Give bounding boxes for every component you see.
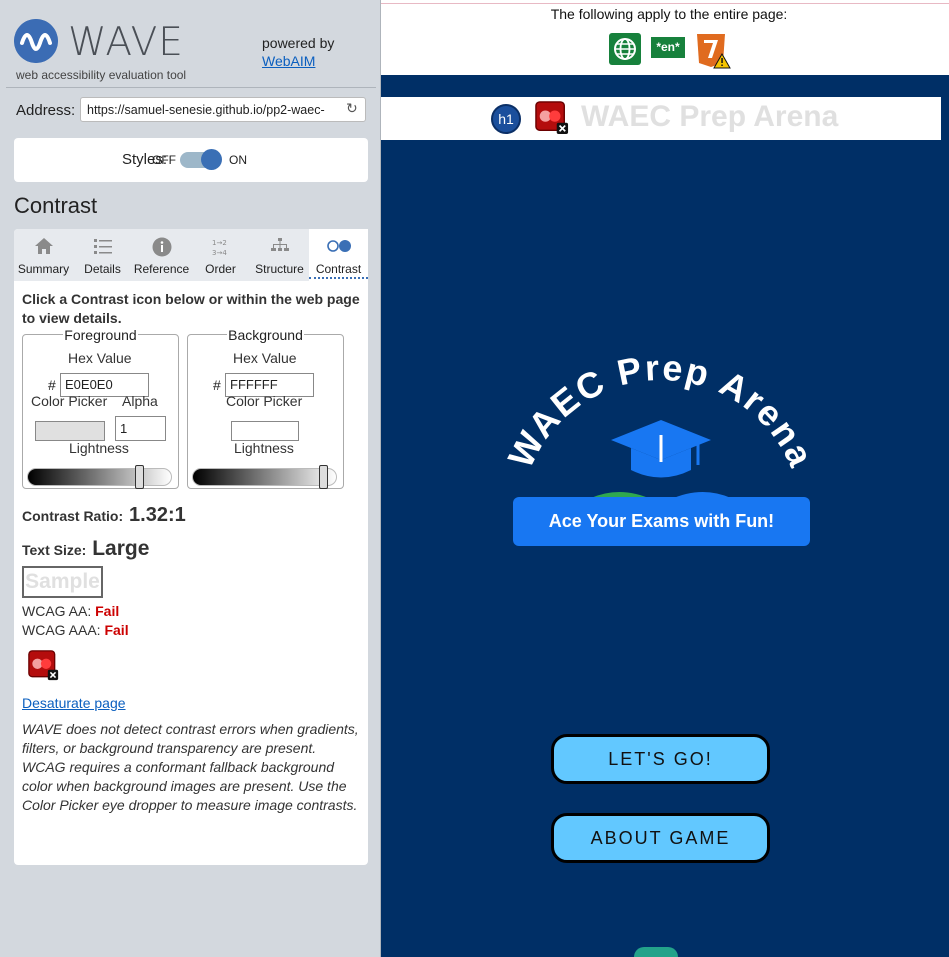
tab-label: Details <box>84 262 121 276</box>
text-size: Text Size: Large <box>22 537 149 561</box>
foreground-legend: Foreground <box>63 327 138 343</box>
bg-hex-label: Hex Value <box>233 350 297 366</box>
top-border <box>381 3 949 4</box>
text-size-value: Large <box>92 537 150 560</box>
divider <box>6 87 376 88</box>
fg-color-picker-label: Color Picker <box>31 393 108 409</box>
tab-reference[interactable]: Reference <box>132 229 191 281</box>
order-icon: 1→2 3→4 <box>191 229 250 259</box>
fg-alpha-label: Alpha <box>122 393 158 409</box>
wave-sidebar: WAVE web accessibility evaluation tool p… <box>0 0 381 957</box>
fg-color-picker[interactable] <box>35 421 105 441</box>
styles-on-label: ON <box>229 153 247 167</box>
about-game-button[interactable]: ABOUT GAME <box>551 813 770 863</box>
address-label: Address: <box>16 102 76 119</box>
background-legend: Background <box>227 327 304 343</box>
tab-contrast[interactable]: Contrast <box>309 229 368 281</box>
contrast-icon <box>309 229 368 259</box>
contrast-sample: Sample <box>22 566 103 598</box>
contrast-panel: Summary Details Reference 1→23→4 Order <box>14 229 368 865</box>
list-icon <box>73 229 132 259</box>
tab-order[interactable]: 1→2 3→4 Order <box>191 229 250 281</box>
bg-hash: # <box>213 377 221 393</box>
fg-lightness-thumb[interactable] <box>135 465 144 489</box>
tagline-banner: Ace Your Exams with Fun! <box>513 497 810 546</box>
wave-brand: WAVE web accessibility evaluation tool p… <box>14 18 374 82</box>
svg-text:3→4: 3→4 <box>212 249 227 257</box>
site-body: h1 WAEC Prep Arena WAEC Prep Arena Ace Y… <box>381 75 949 957</box>
html5-alert-icon[interactable] <box>695 33 731 69</box>
wcag-aaa-result: Fail <box>104 622 129 638</box>
fg-alpha-input[interactable]: 1 <box>115 416 166 441</box>
wave-logo-text: WAVE <box>68 20 184 65</box>
wcag-aa-label: WCAG AA: <box>22 603 92 619</box>
bg-lightness-slider[interactable] <box>192 465 337 489</box>
wcag-aaa-label: WCAG AAA: <box>22 622 101 638</box>
lets-go-button[interactable]: LET'S GO! <box>551 734 770 784</box>
contrast-intro: Click a Contrast icon below or within th… <box>22 291 360 326</box>
background-fieldset: Background Hex Value # FFFFFF Color Pick… <box>187 327 344 489</box>
evaluated-page: The following apply to the entire page: … <box>381 0 949 957</box>
home-icon <box>14 229 73 259</box>
wave-tagline: web accessibility evaluation tool <box>16 68 187 82</box>
contrast-error-icon[interactable] <box>535 101 569 135</box>
contrast-ratio: Contrast Ratio: 1.32:1 <box>22 504 186 527</box>
wcag-aa-row: WCAG AA: Fail <box>22 603 119 619</box>
wcag-aaa-row: WCAG AAA: Fail <box>22 622 129 638</box>
svg-text:1→2: 1→2 <box>212 239 227 247</box>
styles-toggle[interactable] <box>180 149 222 170</box>
bg-lightness-label: Lightness <box>234 440 294 456</box>
contrast-error-icon[interactable] <box>28 650 59 681</box>
heading-h1-icon[interactable]: h1 <box>491 104 521 134</box>
styles-toggle-box: Styles: OFF ON <box>14 138 368 182</box>
language-en-badge[interactable]: *en* <box>651 37 685 58</box>
bg-lightness-thumb[interactable] <box>319 465 328 489</box>
tab-label: Reference <box>133 262 190 276</box>
tab-label: Order <box>205 262 236 276</box>
foreground-fieldset: Foreground Hex Value # E0E0E0 Color Pick… <box>22 327 179 489</box>
tab-structure[interactable]: Structure <box>250 229 309 281</box>
page-wide-notice: The following apply to the entire page: <box>550 6 788 22</box>
desaturate-page-link[interactable]: Desaturate page <box>22 695 126 711</box>
tab-label: Structure <box>255 262 304 276</box>
fg-hex-label: Hex Value <box>68 350 132 366</box>
structure-icon <box>250 229 309 259</box>
partial-badge <box>634 947 678 957</box>
panel-title: Contrast <box>14 193 98 218</box>
wcag-aa-result: Fail <box>95 603 120 619</box>
text-size-label: Text Size: <box>22 542 87 558</box>
tab-label: Contrast <box>309 262 368 279</box>
contrast-ratio-label: Contrast Ratio: <box>22 508 124 524</box>
styles-off-label: OFF <box>152 153 176 167</box>
refresh-icon[interactable]: ↻ <box>346 100 358 117</box>
webaim-link[interactable]: WebAIM <box>262 53 315 69</box>
info-icon <box>132 229 191 259</box>
graduation-cap-icon <box>611 420 711 478</box>
toggle-knob <box>201 149 222 170</box>
bg-color-picker-label: Color Picker <box>226 393 303 409</box>
wave-logo-icon <box>14 19 58 63</box>
contrast-note: WAVE does not detect contrast errors whe… <box>22 721 359 813</box>
powered-by-label: powered by <box>262 35 335 51</box>
fg-lightness-slider[interactable] <box>27 465 172 489</box>
address-input[interactable]: https://samuel-senesie.github.io/pp2-wae… <box>80 97 366 122</box>
panel-tabs: Summary Details Reference 1→23→4 Order <box>14 229 368 281</box>
tab-label: Summary <box>17 262 70 276</box>
tab-details[interactable]: Details <box>73 229 132 281</box>
fg-lightness-label: Lightness <box>69 440 129 456</box>
fg-hash: # <box>48 377 56 393</box>
language-globe-icon[interactable] <box>609 33 641 65</box>
site-header: h1 WAEC Prep Arena <box>381 97 941 140</box>
tab-summary[interactable]: Summary <box>14 229 73 281</box>
bg-color-picker[interactable] <box>231 421 299 441</box>
site-title: WAEC Prep Arena <box>581 100 839 133</box>
contrast-ratio-value: 1.32:1 <box>129 504 186 526</box>
